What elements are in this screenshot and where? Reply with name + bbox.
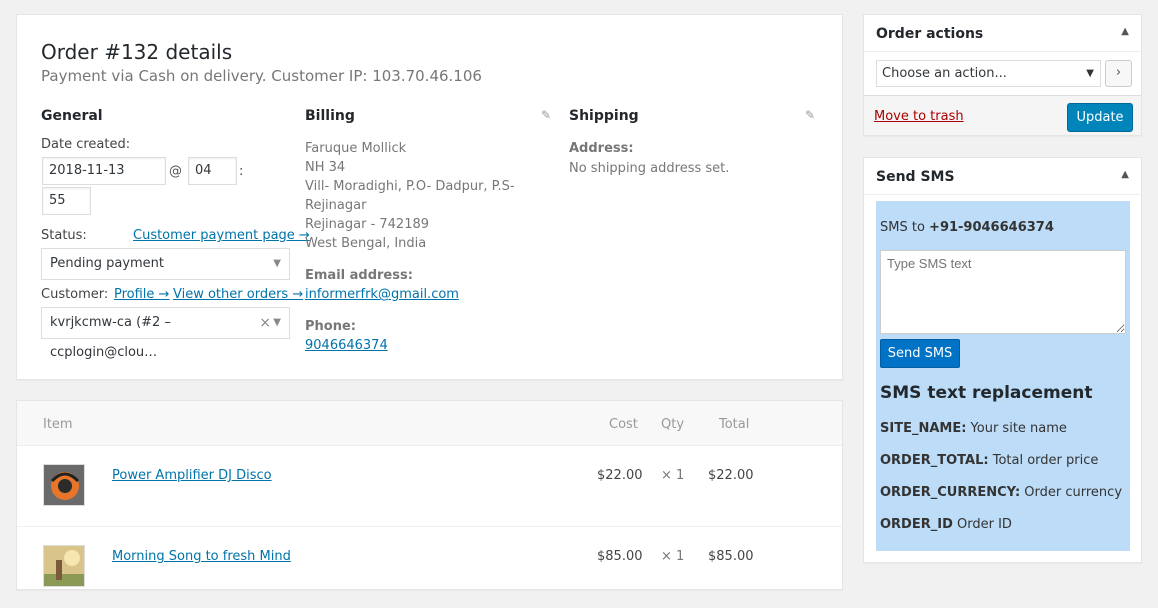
shipping-address-value: No shipping address set. [569, 161, 730, 176]
replacement-desc: Total order price [992, 453, 1099, 468]
chevron-down-icon: ▼ [1086, 68, 1094, 79]
time-colon: : [239, 164, 244, 179]
item-total: $85.00 [708, 549, 754, 564]
chevron-down-icon: ▼ [273, 317, 281, 328]
replacement-item: ORDER_TOTAL: Total order price [880, 453, 1098, 468]
col-total: Total [719, 417, 750, 432]
customer-select[interactable]: kvrjkcmw-ca (#2 – ccplogin@clou… × ▼ [41, 307, 290, 360]
order-actions-panel: Order actions ▲ Choose an action... ▼ › … [863, 14, 1142, 136]
collapse-toggle-icon[interactable]: ▲ [1121, 26, 1129, 37]
item-row: Morning Song to fresh Mind $85.00 × 1 $8… [17, 527, 842, 608]
items-header: Item Cost Qty Total [17, 401, 842, 446]
col-item: Item [43, 417, 73, 432]
general-heading: General [41, 108, 103, 124]
replacement-desc: Order currency [1024, 485, 1123, 500]
email-label: Email address: [305, 268, 413, 283]
phone-link[interactable]: 9046646374 [305, 338, 388, 353]
edit-billing-icon[interactable]: ✎ [541, 108, 551, 122]
date-created-label: Date created: [41, 137, 131, 152]
order-action-select[interactable]: Choose an action... ▼ [876, 60, 1101, 87]
sms-text-input[interactable] [880, 250, 1126, 334]
clear-icon[interactable]: × [259, 308, 271, 338]
collapse-toggle-icon[interactable]: ▲ [1121, 169, 1129, 180]
item-row: Power Amplifier DJ Disco $22.00 × 1 $22.… [17, 446, 842, 527]
sms-to-number: +91-9046646374 [929, 220, 1054, 235]
billing-heading: Billing [305, 108, 355, 124]
billing-address: Faruque Mollick NH 34 Vill- Moradighi, P… [305, 139, 515, 253]
product-thumbnail [43, 464, 85, 506]
billing-line: Vill- Moradighi, P.O- Dadpur, P.S- [305, 179, 515, 194]
col-qty: Qty [661, 417, 685, 432]
order-subtitle: Payment via Cash on delivery. Customer I… [41, 67, 482, 85]
send-sms-header[interactable]: Send SMS ▲ [864, 158, 1141, 195]
billing-line: Rejinagar - 742189 [305, 217, 430, 232]
sms-to-label: SMS to [880, 220, 925, 235]
view-other-orders-link[interactable]: View other orders → [173, 287, 303, 302]
replacement-item: ORDER_CURRENCY: Order currency [880, 485, 1122, 500]
send-sms-button[interactable]: Send SMS [880, 339, 960, 368]
sms-body: SMS to +91-9046646374 Send SMS SMS text … [876, 201, 1130, 551]
billing-line: West Bengal, India [305, 236, 427, 251]
order-action-value: Choose an action... [882, 66, 1007, 81]
at-separator: @ [169, 164, 182, 179]
status-select[interactable]: Pending payment ▼ [41, 248, 290, 280]
replacement-key: ORDER_CURRENCY: [880, 485, 1021, 500]
edit-shipping-icon[interactable]: ✎ [805, 108, 815, 122]
replacement-key: ORDER_ID [880, 517, 953, 532]
order-actions-header[interactable]: Order actions ▲ [864, 15, 1141, 52]
send-sms-title: Send SMS [876, 169, 955, 185]
order-details-panel: Order #132 details Payment via Cash on d… [16, 14, 843, 380]
order-actions-title: Order actions [876, 26, 984, 42]
date-created-input[interactable]: 2018-11-13 [42, 157, 166, 185]
shipping-heading: Shipping [569, 108, 639, 124]
update-button[interactable]: Update [1067, 103, 1133, 132]
replacement-item: ORDER_ID Order ID [880, 517, 1012, 532]
item-cost: $85.00 [597, 549, 643, 564]
replacement-desc: Order ID [957, 517, 1012, 532]
replacement-heading: SMS text replacement [880, 383, 1093, 403]
sms-recipient: SMS to +91-9046646374 [880, 220, 1054, 235]
move-to-trash-link[interactable]: Move to trash [874, 109, 964, 124]
billing-line: Faruque Mollick [305, 141, 407, 156]
customer-value: kvrjkcmw-ca (#2 – ccplogin@clou… [50, 315, 171, 360]
customer-label: Customer: [41, 287, 109, 302]
phone-label: Phone: [305, 319, 356, 334]
item-name-link[interactable]: Morning Song to fresh Mind [112, 549, 291, 564]
apply-action-button[interactable]: › [1105, 60, 1132, 87]
customer-profile-link[interactable]: Profile → [114, 287, 169, 302]
billing-line: NH 34 [305, 160, 346, 175]
status-label: Status: [41, 228, 87, 243]
shipping-address-label: Address: [569, 141, 634, 156]
replacement-key: SITE_NAME: [880, 421, 967, 436]
replacement-desc: Your site name [970, 421, 1067, 436]
replacement-item: SITE_NAME: Your site name [880, 421, 1067, 436]
minute-input[interactable]: 55 [42, 187, 91, 215]
item-qty: × 1 [661, 468, 685, 483]
customer-payment-page-link[interactable]: Customer payment page → [133, 228, 310, 243]
billing-line: Rejinagar [305, 198, 367, 213]
item-name-link[interactable]: Power Amplifier DJ Disco [112, 468, 272, 483]
status-value: Pending payment [50, 256, 165, 271]
replacement-key: ORDER_TOTAL: [880, 453, 989, 468]
item-qty: × 1 [661, 549, 685, 564]
send-sms-panel: Send SMS ▲ SMS to +91-9046646374 Send SM… [863, 157, 1142, 563]
order-actions-footer: Move to trash Update [864, 95, 1141, 135]
col-cost: Cost [609, 417, 638, 432]
item-cost: $22.00 [597, 468, 643, 483]
headphones-image [44, 465, 84, 505]
order-items-panel: Item Cost Qty Total Power Amplifier DJ D… [16, 400, 843, 608]
item-total: $22.00 [708, 468, 754, 483]
chevron-down-icon: ▼ [273, 258, 281, 269]
order-title: Order #132 details [41, 40, 233, 64]
hour-input[interactable]: 04 [188, 157, 237, 185]
email-link[interactable]: informerfrk@gmail.com [305, 287, 459, 302]
